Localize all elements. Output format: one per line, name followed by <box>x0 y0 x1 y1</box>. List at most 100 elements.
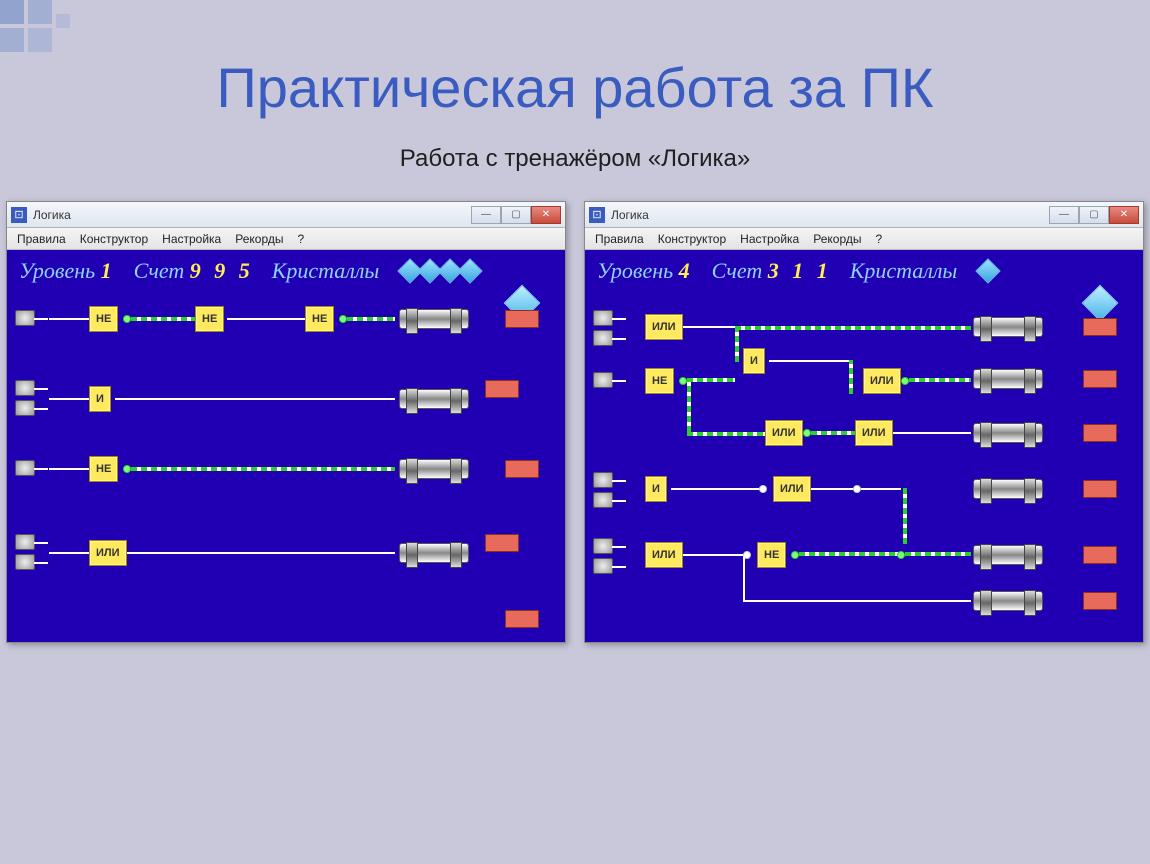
gate-and[interactable]: И <box>743 348 765 374</box>
minimize-button[interactable]: — <box>1049 206 1079 224</box>
gate-or[interactable]: ИЛИ <box>645 542 683 568</box>
level-label: Уровень <box>597 258 673 283</box>
close-button[interactable]: ✕ <box>531 206 561 224</box>
input-switch[interactable] <box>593 492 613 508</box>
crystal-icon <box>976 258 1001 283</box>
menu-records[interactable]: Рекорды <box>235 232 283 246</box>
input-switch[interactable] <box>593 538 613 554</box>
input-switch[interactable] <box>593 330 613 346</box>
gate-and[interactable]: И <box>89 386 111 412</box>
score-label: Счет <box>134 258 185 283</box>
menu-help[interactable]: ? <box>875 232 882 246</box>
gate-not[interactable]: НЕ <box>89 306 118 332</box>
stats-bar: Уровень 4 Счет 3 1 1 Кристаллы <box>593 256 1135 290</box>
close-button[interactable]: ✕ <box>1109 206 1139 224</box>
input-switch[interactable] <box>593 310 613 326</box>
input-switch[interactable] <box>15 310 35 326</box>
level-label: Уровень <box>19 258 95 283</box>
wire-node-icon <box>679 377 687 385</box>
input-switch[interactable] <box>593 472 613 488</box>
game-area-left[interactable]: Уровень 1 Счет 9 9 5 Кристаллы НЕ <box>7 250 565 642</box>
target-brick-icon <box>1083 480 1117 498</box>
gate-not[interactable]: НЕ <box>645 368 674 394</box>
menu-records[interactable]: Рекорды <box>813 232 861 246</box>
wire-node-icon <box>759 485 767 493</box>
gate-or[interactable]: ИЛИ <box>863 368 901 394</box>
target-brick-icon <box>505 610 539 628</box>
titlebar[interactable]: ⊡ Логика — ▢ ✕ <box>585 202 1143 228</box>
gate-not[interactable]: НЕ <box>195 306 224 332</box>
wire-node-icon <box>123 315 131 323</box>
game-area-right[interactable]: Уровень 4 Счет 3 1 1 Кристаллы ИЛИ <box>585 250 1143 642</box>
menubar: Правила Конструктор Настройка Рекорды ? <box>7 228 565 250</box>
gate-or[interactable]: ИЛИ <box>89 540 127 566</box>
target-brick-icon <box>485 534 519 552</box>
target-brick-icon <box>1083 592 1117 610</box>
app-title: Логика <box>33 208 71 222</box>
plunger-icon <box>399 388 469 410</box>
app-icon: ⊡ <box>11 207 27 223</box>
input-switch[interactable] <box>15 534 35 550</box>
plunger-icon <box>973 478 1043 500</box>
slide-subtitle: Работа с тренажёром «Логика» <box>0 145 1150 201</box>
target-brick-icon <box>1083 546 1117 564</box>
input-switch[interactable] <box>15 460 35 476</box>
target-brick-icon <box>1083 370 1117 388</box>
plunger-icon <box>399 308 469 330</box>
minimize-button[interactable]: — <box>471 206 501 224</box>
gate-or[interactable]: ИЛИ <box>773 476 811 502</box>
circuit-right: ИЛИ НЕ И ИЛИ ИЛИ <box>593 300 1135 634</box>
menu-rules[interactable]: Правила <box>17 232 66 246</box>
plunger-icon <box>973 544 1043 566</box>
wire-node-icon <box>123 465 131 473</box>
gate-or[interactable]: ИЛИ <box>855 420 893 446</box>
input-switch[interactable] <box>15 554 35 570</box>
level-value: 1 <box>101 258 116 283</box>
plunger-icon <box>399 542 469 564</box>
menu-settings[interactable]: Настройка <box>162 232 221 246</box>
maximize-button[interactable]: ▢ <box>1079 206 1109 224</box>
stats-bar: Уровень 1 Счет 9 9 5 Кристаллы <box>15 256 557 290</box>
menu-constructor[interactable]: Конструктор <box>658 232 726 246</box>
input-switch[interactable] <box>593 558 613 574</box>
score-value: 9 9 5 <box>190 258 254 283</box>
app-window-right: ⊡ Логика — ▢ ✕ Правила Конструктор Настр… <box>584 201 1144 643</box>
gate-not[interactable]: НЕ <box>89 456 118 482</box>
plunger-icon <box>973 422 1043 444</box>
menu-help[interactable]: ? <box>297 232 304 246</box>
target-brick-icon <box>1083 318 1117 336</box>
plunger-icon <box>973 316 1043 338</box>
gate-or[interactable]: ИЛИ <box>765 420 803 446</box>
target-brick-icon <box>505 310 539 328</box>
target-brick-icon <box>1083 424 1117 442</box>
gate-not[interactable]: НЕ <box>757 542 786 568</box>
menu-constructor[interactable]: Конструктор <box>80 232 148 246</box>
gate-and[interactable]: И <box>645 476 667 502</box>
app-title: Логика <box>611 208 649 222</box>
wire-node-icon <box>339 315 347 323</box>
maximize-button[interactable]: ▢ <box>501 206 531 224</box>
wire-node-icon <box>791 551 799 559</box>
gate-or[interactable]: ИЛИ <box>645 314 683 340</box>
gate-not[interactable]: НЕ <box>305 306 334 332</box>
crystals-icons <box>979 262 997 280</box>
score-label: Счет <box>712 258 763 283</box>
crystal-icon <box>458 258 483 283</box>
slide-title: Практическая работа за ПК <box>0 0 1150 145</box>
app-icon: ⊡ <box>589 207 605 223</box>
titlebar[interactable]: ⊡ Логика — ▢ ✕ <box>7 202 565 228</box>
wire-node-icon <box>853 485 861 493</box>
level-value: 4 <box>679 258 694 283</box>
menu-rules[interactable]: Правила <box>595 232 644 246</box>
input-switch[interactable] <box>15 380 35 396</box>
input-switch[interactable] <box>15 400 35 416</box>
plunger-icon <box>973 590 1043 612</box>
menu-settings[interactable]: Настройка <box>740 232 799 246</box>
target-brick-icon <box>485 380 519 398</box>
crystals-icons <box>401 262 479 280</box>
target-brick-icon <box>505 460 539 478</box>
app-window-left: ⊡ Логика — ▢ ✕ Правила Конструктор Настр… <box>6 201 566 643</box>
score-value: 3 1 1 <box>768 258 832 283</box>
crystals-label: Кристаллы <box>272 258 380 284</box>
input-switch[interactable] <box>593 372 613 388</box>
